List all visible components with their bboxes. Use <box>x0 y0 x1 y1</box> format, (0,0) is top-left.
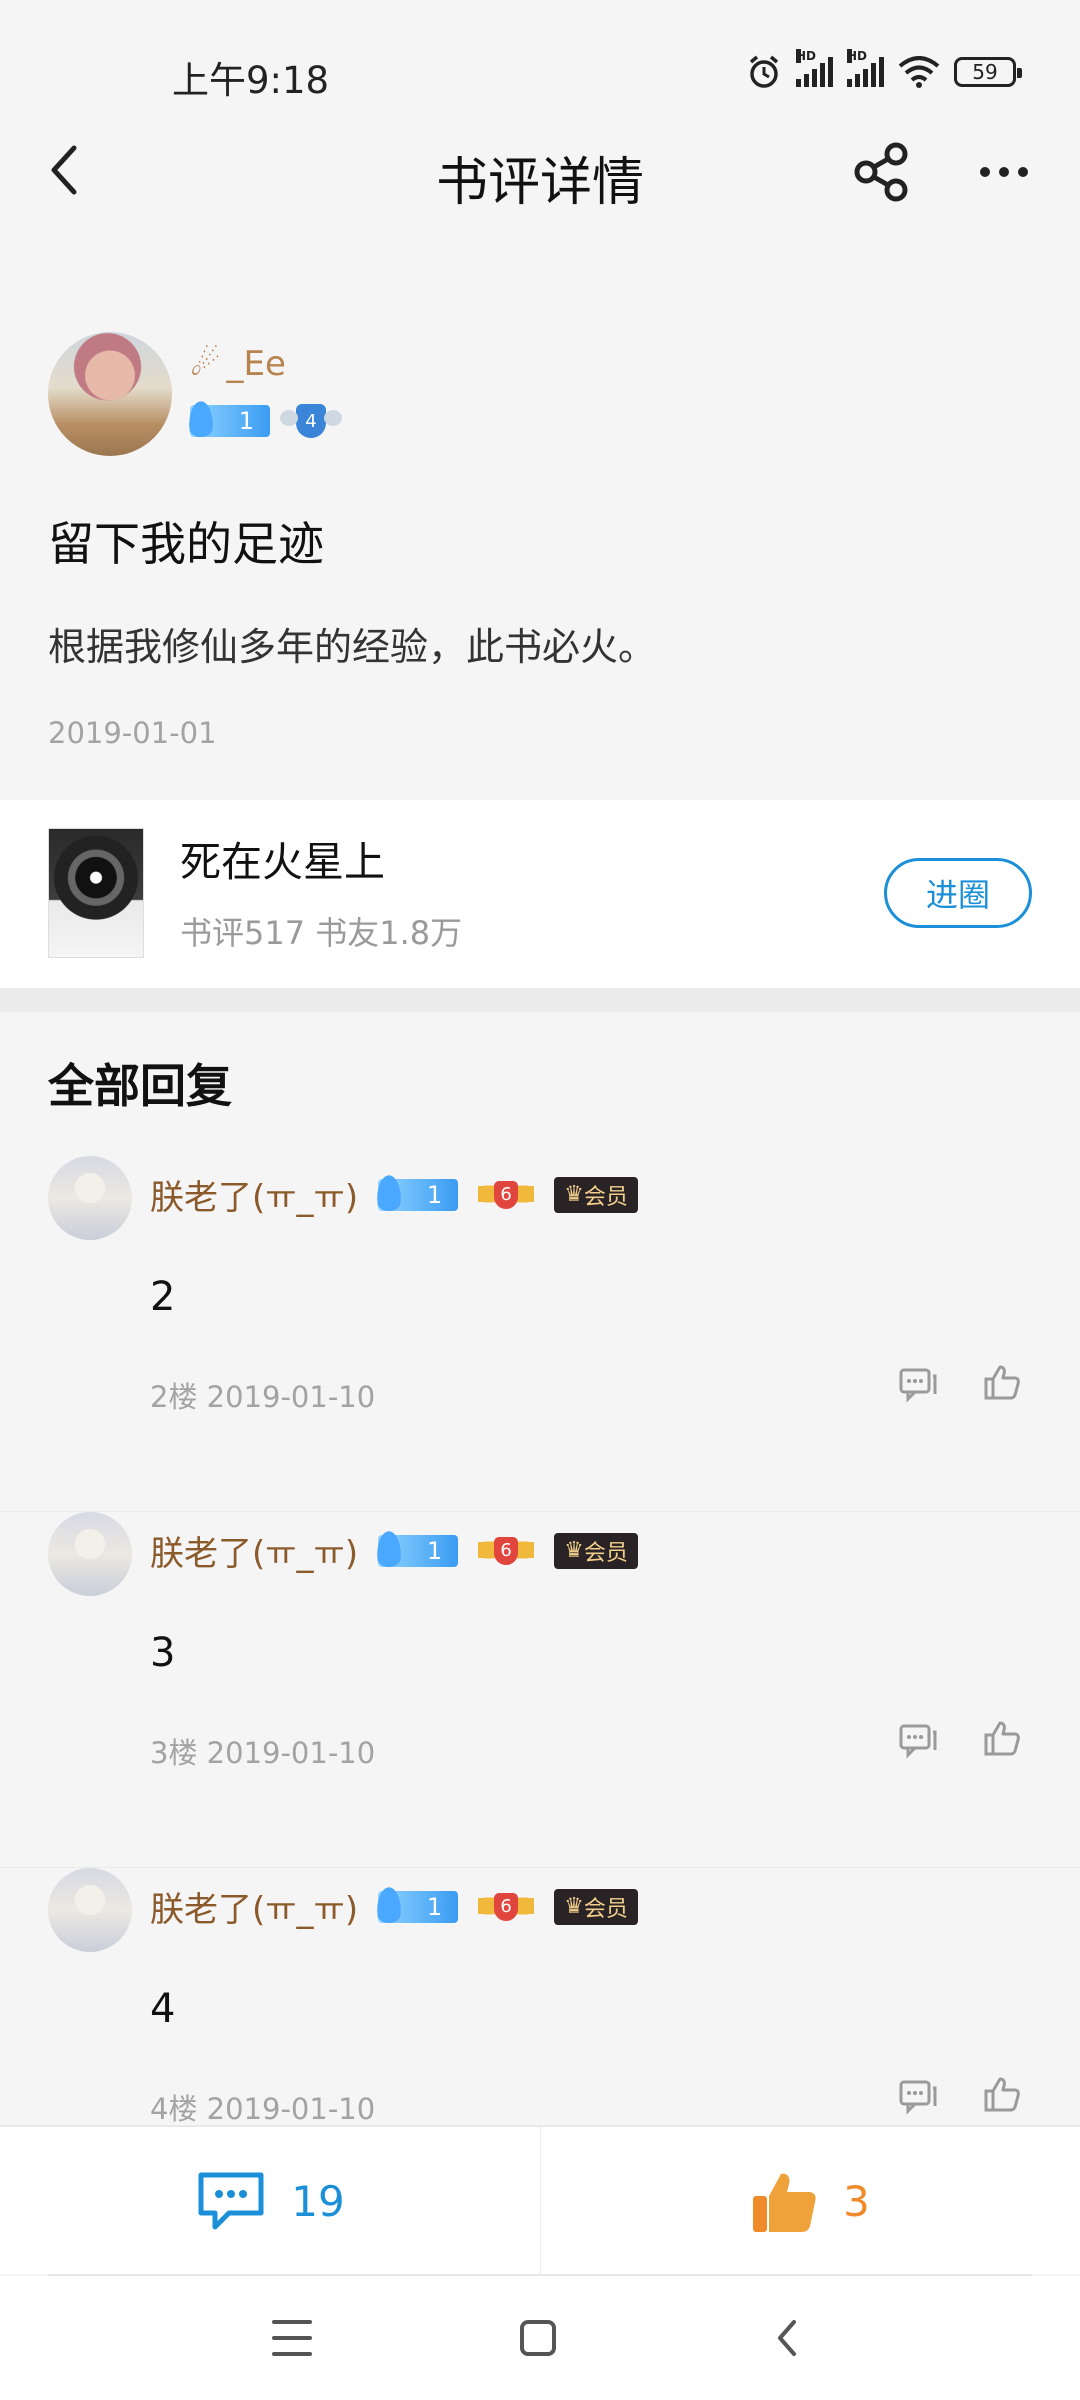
reply-comment-icon[interactable] <box>898 1720 938 1760</box>
crown-icon: ♛ <box>564 1538 584 1563</box>
fire-level-value: 1 <box>238 407 254 435</box>
fire-level-badge: 1 <box>374 1524 459 1567</box>
reply-item[interactable]: 朕老了(ㅠ_ㅠ) 1 6 ♛ 会员 2 2楼 2019-01-10 <box>0 1156 1080 1512</box>
fire-level-badge: 1 <box>186 395 270 437</box>
wifi-icon <box>898 56 940 88</box>
level-badge: 6 <box>478 1175 535 1215</box>
battery-icon: 59 <box>954 57 1022 87</box>
comment-count: 19 <box>291 2176 345 2226</box>
vip-label: 会员 <box>583 1184 628 1210</box>
level-value: 6 <box>494 1892 519 1921</box>
vip-label: 会员 <box>583 1896 628 1922</box>
reply-avatar[interactable] <box>48 1868 132 1952</box>
reply-header: 朕老了(ㅠ_ㅠ) 1 6 ♛ 会员 <box>150 1168 638 1219</box>
thumbs-up-icon[interactable] <box>982 1718 1022 1758</box>
like-count: 3 <box>843 2176 870 2226</box>
author-avatar[interactable] <box>48 332 172 456</box>
bottom-action-bar: 19 3 <box>0 2126 1080 2275</box>
page-title: 书评详情 <box>435 153 644 213</box>
like-action[interactable]: 3 <box>540 2127 1080 2275</box>
book-title[interactable]: 死在火星上 <box>180 828 385 888</box>
section-divider <box>0 988 1080 1012</box>
book-meta: 书评517 书友1.8万 <box>180 914 463 952</box>
author-name[interactable]: ☄ _Ee <box>190 344 286 384</box>
alarm-icon <box>749 55 779 88</box>
shield-level-badge: 4 <box>280 404 342 438</box>
comment-bubble-icon <box>198 2172 264 2230</box>
reply-item[interactable]: 朕老了(ㅠ_ㅠ) 1 6 ♛ 会员 3 3楼 2019-01-10 <box>0 1512 1080 1868</box>
dot <box>1018 167 1028 177</box>
reply-comment-icon[interactable] <box>898 2076 938 2116</box>
author-name-text: _Ee <box>226 344 286 384</box>
share-icon <box>854 142 908 202</box>
reply-item[interactable]: 朕老了(ㅠ_ㅠ) 1 6 ♛ 会员 4 4楼 2019-01-10 <box>0 1868 1080 2126</box>
vip-badge: ♛ 会员 <box>554 1888 638 1925</box>
reply-avatar[interactable] <box>48 1512 132 1596</box>
vip-badge: ♛ 会员 <box>554 1176 638 1213</box>
reply-avatar[interactable] <box>48 1156 132 1240</box>
hd-label: HD <box>796 49 817 63</box>
level-value: 6 <box>494 1536 519 1565</box>
menu-line <box>272 2320 312 2324</box>
thumbs-up-icon[interactable] <box>982 2074 1022 2114</box>
fire-level-value: 1 <box>426 1536 443 1565</box>
book-cover[interactable] <box>48 828 144 958</box>
shield-level-value: 4 <box>305 410 317 432</box>
fire-level-value: 1 <box>426 1892 443 1921</box>
dot <box>999 167 1009 177</box>
join-circle-button[interactable]: 进圈 <box>884 858 1032 928</box>
fire-level-badge: 1 <box>374 1880 459 1923</box>
share-button[interactable] <box>850 140 914 204</box>
more-button[interactable] <box>980 150 1044 194</box>
comment-action[interactable]: 19 <box>0 2127 540 2275</box>
battery-level: 59 <box>972 60 998 84</box>
comet-icon: ☄ <box>190 344 221 384</box>
reply-meta: 2楼 2019-01-10 <box>150 1380 376 1414</box>
reply-text: 3 <box>150 1630 176 1676</box>
level-badge: 6 <box>478 1531 535 1571</box>
reply-author-name[interactable]: 朕老了(ㅠ_ㅠ) <box>150 1170 358 1219</box>
cell-signal-icon: HD <box>847 49 884 87</box>
level-value: 6 <box>494 1180 519 1209</box>
author-badges: 1 4 <box>186 395 342 438</box>
reply-comment-icon[interactable] <box>898 1364 938 1404</box>
menu-line <box>272 2352 312 2356</box>
status-time: 上午9:18 <box>172 59 330 102</box>
cell-signal-icon: HD <box>796 49 833 87</box>
fire-level-badge: 1 <box>374 1168 459 1211</box>
reply-meta: 3楼 2019-01-10 <box>150 1736 376 1770</box>
crown-icon: ♛ <box>564 1182 584 1207</box>
reply-header: 朕老了(ㅠ_ㅠ) 1 6 ♛ 会员 <box>150 1524 638 1575</box>
review-date: 2019-01-01 <box>48 716 217 750</box>
status-icons: HD HD 59 <box>746 49 1022 90</box>
nav-home-button[interactable] <box>520 2320 556 2356</box>
reply-author-name[interactable]: 朕老了(ㅠ_ㅠ) <box>150 1882 358 1931</box>
reply-text: 2 <box>150 1274 176 1320</box>
chevron-left-icon <box>778 2320 796 2356</box>
dot <box>980 167 990 177</box>
nav-back-button[interactable] <box>768 2318 808 2358</box>
reply-text: 4 <box>150 1986 176 2032</box>
level-badge: 6 <box>478 1887 535 1927</box>
vip-badge: ♛ 会员 <box>554 1532 638 1569</box>
replies-heading: 全部回复 <box>48 1059 232 1113</box>
crown-icon: ♛ <box>564 1894 584 1919</box>
thumbs-up-icon[interactable] <box>982 1362 1022 1402</box>
menu-line <box>272 2336 312 2340</box>
thumbs-up-icon <box>753 2173 816 2232</box>
review-title: 留下我的足迹 <box>48 517 324 571</box>
fire-level-value: 1 <box>426 1180 443 1209</box>
nav-menu-button[interactable] <box>272 2320 312 2356</box>
review-body: 根据我修仙多年的经验，此书必火。 <box>48 625 657 669</box>
reply-author-name[interactable]: 朕老了(ㅠ_ㅠ) <box>150 1526 358 1575</box>
reply-header: 朕老了(ㅠ_ㅠ) 1 6 ♛ 会员 <box>150 1880 638 1931</box>
reply-meta: 4楼 2019-01-10 <box>150 2092 376 2126</box>
hd-label: HD <box>847 49 868 63</box>
vip-label: 会员 <box>583 1540 628 1566</box>
